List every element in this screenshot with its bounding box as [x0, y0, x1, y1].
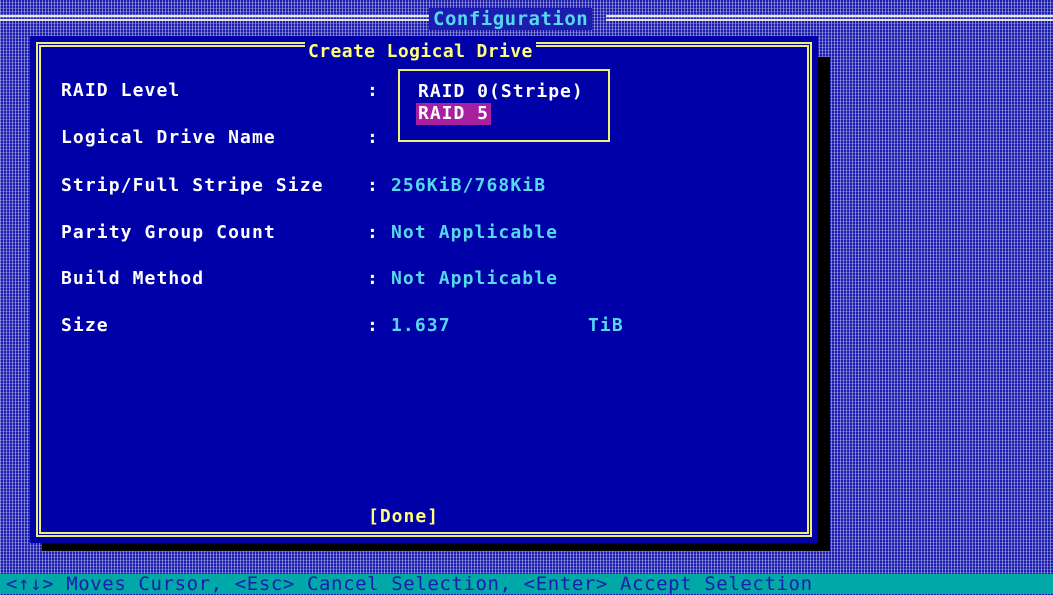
dialog-shadow-right [818, 57, 830, 551]
field-value: Not Applicable [391, 222, 559, 243]
field-colon: : [367, 175, 379, 196]
title-rule-left [0, 15, 429, 21]
window-title-bar: Configuration [0, 8, 1053, 30]
status-bar: <↑↓> Moves Cursor, <Esc> Cancel Selectio… [0, 574, 1053, 594]
field-value: Not Applicable [391, 268, 559, 289]
field-colon: : [367, 80, 379, 101]
window-title: Configuration [429, 8, 593, 30]
raid-option-0[interactable]: RAID 0(Stripe) [418, 81, 584, 103]
title-rule-right [606, 15, 1053, 21]
field-label: Build Method [61, 268, 205, 289]
raid-level-dropdown[interactable]: RAID 0(Stripe) RAID 5 [398, 69, 610, 142]
done-button[interactable]: [Done] [368, 505, 439, 529]
field-label: Strip/Full Stripe Size [61, 175, 324, 196]
field-value: 1.637 [391, 315, 451, 336]
field-value: 256KiB/768KiB [391, 175, 547, 196]
field-label: RAID Level [61, 80, 181, 101]
size-unit: TiB [588, 315, 624, 336]
field-label: Size [61, 315, 109, 336]
field-colon: : [367, 127, 379, 148]
raid-option-5[interactable]: RAID 5 [416, 103, 492, 125]
field-colon: : [367, 222, 379, 243]
field-label: Parity Group Count [61, 222, 276, 243]
field-colon: : [367, 268, 379, 289]
field-colon: : [367, 315, 379, 336]
dialog-title: Create Logical Drive [305, 41, 536, 63]
field-label: Logical Drive Name [61, 127, 276, 148]
